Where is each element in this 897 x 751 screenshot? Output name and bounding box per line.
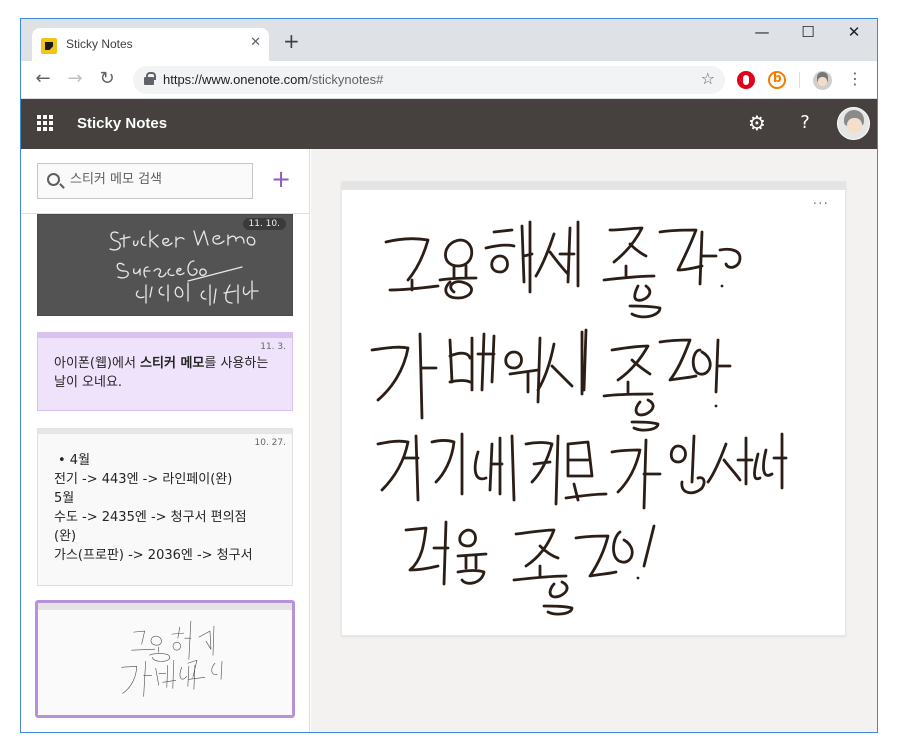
search-box (37, 163, 253, 199)
tab-strip: Sticky Notes ✕ + — ☐ ✕ (21, 19, 877, 61)
sticky-notes-favicon-icon (41, 38, 57, 54)
handwriting-ink-thumbnail (121, 620, 223, 697)
browser-window: Sticky Notes ✕ + — ☐ ✕ ← → ↻ https://www… (20, 18, 878, 733)
new-tab-button[interactable]: + (283, 31, 300, 51)
adblock-extension-icon[interactable] (737, 71, 755, 89)
handwriting-ink-image (109, 228, 259, 306)
tab-title: Sticky Notes (66, 37, 133, 51)
note-date: 10. 27. (254, 438, 287, 448)
app-launcher-icon[interactable] (37, 115, 53, 131)
reload-button[interactable]: ↻ (95, 69, 119, 89)
extension-b-icon[interactable] (768, 71, 786, 89)
note-text: • 4월 전기 -> 443엔 -> 라인페이(완) 5월 수도 -> 2435… (54, 453, 253, 563)
forward-button[interactable]: → (63, 69, 87, 89)
back-button[interactable]: ← (31, 69, 55, 89)
note-editor-pane: ··· (311, 149, 877, 732)
add-note-button[interactable]: + (271, 167, 291, 191)
notes-sidebar: + 11. 10. (21, 149, 310, 732)
note-date: 11. 10. (242, 218, 286, 230)
note-date: 11. 3. (260, 342, 286, 352)
note-editor-canvas[interactable]: ··· (341, 181, 846, 636)
settings-gear-icon[interactable]: ⚙ (745, 111, 769, 135)
browser-menu-button[interactable]: ⋮ (847, 69, 863, 89)
note-card-ink-dark[interactable]: 11. 10. (37, 214, 293, 316)
bookmark-star-icon[interactable]: ☆ (701, 69, 715, 88)
note-card-purple[interactable]: 11. 3. 아이폰(웹)에서 스티커 메모를 사용하는 날이 오네요. (37, 332, 293, 411)
note-text: 아이폰(웹)에서 스티커 메모를 사용하는 날이 오네요. (54, 356, 269, 390)
search-icon (47, 173, 60, 186)
url-text[interactable]: https://www.onenote.com/stickynotes# (163, 72, 383, 87)
app-header: Sticky Notes ⚙ ? (21, 99, 877, 149)
tab-close-icon[interactable]: ✕ (250, 35, 261, 50)
minimize-button[interactable]: — (742, 23, 782, 41)
browser-tab[interactable]: Sticky Notes ✕ (32, 28, 269, 61)
note-card-selected[interactable] (35, 600, 295, 718)
help-icon[interactable]: ? (793, 112, 817, 133)
search-input[interactable] (70, 172, 245, 187)
note-card-white[interactable]: 10. 27. • 4월 전기 -> 443엔 -> 라인페이(완) 5월 수도… (37, 428, 293, 586)
address-bar[interactable]: https://www.onenote.com/stickynotes# ☆ (133, 66, 725, 94)
user-avatar[interactable] (837, 107, 870, 140)
profile-avatar-icon[interactable] (813, 71, 832, 90)
app-title: Sticky Notes (77, 115, 168, 132)
lock-icon (144, 72, 156, 85)
handwriting-ink-canvas (370, 220, 788, 616)
maximize-button[interactable]: ☐ (788, 23, 828, 41)
browser-toolbar: ← → ↻ https://www.onenote.com/stickynote… (21, 61, 877, 99)
close-window-button[interactable]: ✕ (834, 23, 874, 41)
toolbar-separator (799, 72, 800, 88)
